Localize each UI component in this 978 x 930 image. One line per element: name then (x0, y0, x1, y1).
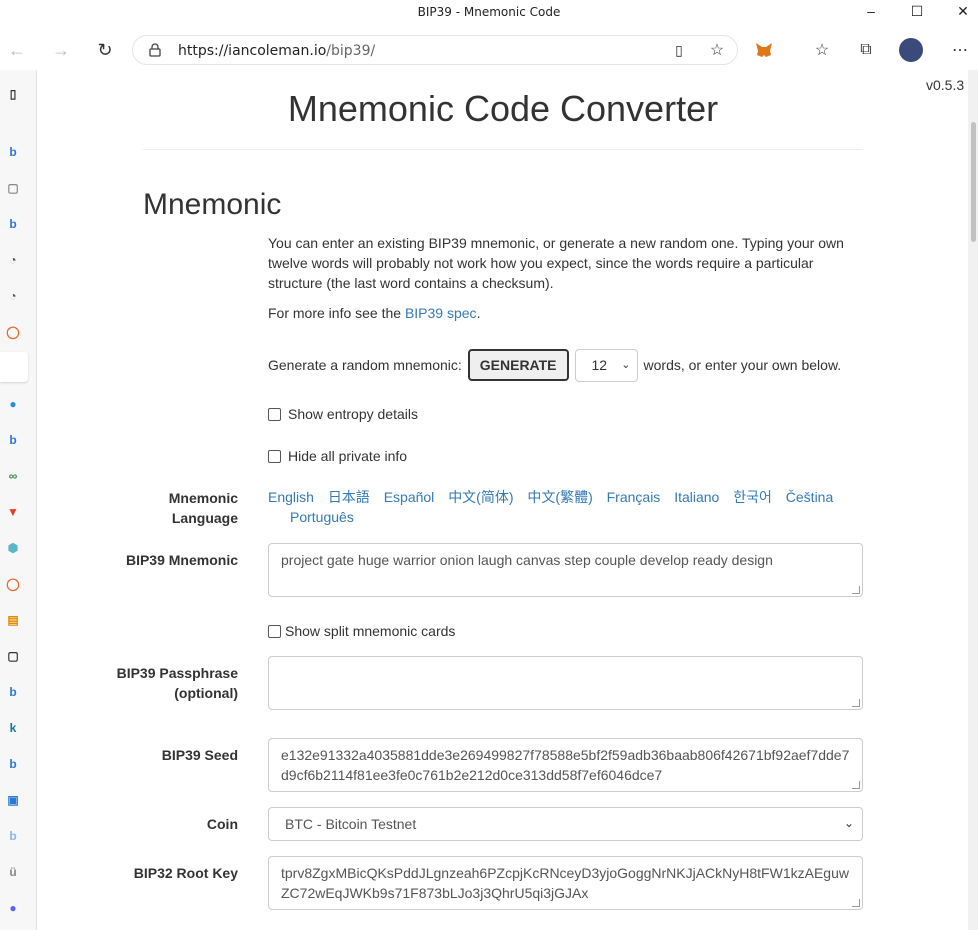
language-japanese[interactable]: 日本語 (328, 489, 370, 505)
window-title: BIP39 - Mnemonic Code (417, 5, 561, 19)
more-info-text: For more info see the BIP39 spec. (268, 305, 481, 321)
sidebar-active-tab[interactable] (0, 352, 28, 382)
ds-icon[interactable]: ▣ (5, 792, 21, 808)
sidebar-toggle-icon[interactable]: ▯ (5, 86, 21, 102)
bing-icon[interactable]: b (5, 684, 21, 700)
intro-text: You can enter an existing BIP39 mnemonic… (268, 235, 844, 291)
generate-prefix: Generate a random mnemonic: (268, 357, 462, 373)
bing-icon[interactable]: b (5, 828, 21, 844)
language-portuguese[interactable]: Português (290, 509, 354, 525)
language-list: English 日本語 Español 中文(简体) 中文(繁體) França… (268, 487, 863, 527)
address-bar[interactable]: https://iancoleman.io/bip39/ ▯ ☆ (132, 35, 738, 65)
bip39-mnemonic-textarea[interactable]: project gate huge warrior onion laugh ca… (268, 543, 863, 597)
version-label: v0.5.3 (926, 77, 965, 93)
u-icon[interactable]: ü (5, 864, 21, 880)
section-heading: Mnemonic (143, 188, 282, 221)
chevron-down-icon: ⌄ (843, 816, 854, 830)
resize-grip-icon[interactable] (852, 899, 860, 907)
divider (143, 149, 863, 150)
generate-button[interactable]: GENERATE (467, 349, 569, 381)
language-english[interactable]: English (268, 489, 314, 505)
word-count-select[interactable]: 12 ⌄ (574, 348, 638, 382)
language-italian[interactable]: Italiano (674, 489, 719, 505)
coin-select[interactable]: BTC - Bitcoin Testnet ⌄ (268, 807, 863, 841)
orange-circle-icon[interactable]: ◯ (5, 324, 21, 340)
collections-icon[interactable]: ⧉ (854, 38, 878, 62)
hide-private-row[interactable]: Hide all private info (268, 448, 407, 464)
document-icon[interactable]: ▢ (5, 648, 21, 664)
favorite-add-icon[interactable]: ☆ (705, 38, 729, 62)
language-spanish[interactable]: Español (384, 489, 435, 505)
lock-icon (149, 43, 161, 57)
passphrase-textarea[interactable] (268, 656, 863, 710)
bing-icon[interactable]: b (5, 756, 21, 772)
chart-icon[interactable]: ◔ (5, 288, 21, 304)
close-window-button[interactable]: ✕ (940, 0, 978, 22)
chart-icon[interactable]: ◔ (5, 252, 21, 268)
browser-sidebar: ▯ b ▢ b ◔ ◔ ◯ ● b ∞ ▼ ⬢ ◯ ▤ ▢ b k b ▣ b … (0, 70, 37, 930)
title-bar: BIP39 - Mnemonic Code – ☐ ✕ (0, 0, 978, 28)
chevron-down-icon: ⌄ (621, 358, 631, 371)
orange-circle-icon[interactable]: ◯ (5, 576, 21, 592)
geeksforgeeks-icon[interactable]: ∞ (5, 468, 21, 484)
passphrase-label: BIP39 Passphrase (optional) (116, 665, 238, 701)
generate-suffix: words, or enter your own below. (643, 357, 842, 373)
minimize-button[interactable]: – (848, 0, 894, 22)
refresh-icon[interactable]: ↻ (92, 37, 118, 63)
language-chinese-simplified[interactable]: 中文(简体) (448, 489, 513, 505)
root-key-textarea[interactable]: tprv8ZgxMBicQKsPddJLgnzeah6PZcpjKcRNceyD… (268, 856, 863, 910)
bing-icon[interactable]: b (5, 216, 21, 232)
resize-grip-icon[interactable] (852, 781, 860, 789)
bing-icon[interactable]: b (5, 432, 21, 448)
telegram-icon[interactable]: ● (5, 396, 21, 412)
resize-grip-icon[interactable] (852, 586, 860, 594)
seed-label: BIP39 Seed (161, 747, 238, 763)
hexagon-icon[interactable]: ⬢ (5, 540, 21, 556)
generate-row: Generate a random mnemonic: GENERATE 12 … (268, 348, 841, 382)
hide-private-checkbox[interactable] (268, 449, 281, 463)
resize-grip-icon[interactable] (852, 699, 860, 707)
seed-textarea[interactable]: e132e91332a4035881dde3e269499827f78588e5… (268, 738, 863, 792)
maximize-button[interactable]: ☐ (894, 0, 940, 22)
language-korean[interactable]: 한국어 (733, 489, 772, 505)
page-scrollbar[interactable] (968, 70, 978, 930)
bing-icon[interactable]: b (5, 144, 21, 160)
bip39-spec-link[interactable]: BIP39 spec (405, 305, 477, 321)
page-title: Mnemonic Code Converter (287, 88, 719, 129)
url-text: https://iancoleman.io/bip39/ (178, 43, 376, 59)
document-icon[interactable]: ▢ (5, 180, 21, 196)
scrollbar-thumb[interactable] (971, 122, 976, 242)
gitlab-icon[interactable]: ▼ (5, 504, 21, 520)
metamask-extension-icon[interactable] (752, 38, 776, 62)
root-key-label: BIP32 Root Key (133, 865, 238, 881)
bip39-mnemonic-label: BIP39 Mnemonic (125, 552, 238, 568)
show-split-row[interactable]: Show split mnemonic cards (268, 623, 455, 639)
book-icon[interactable]: ▤ (5, 612, 21, 628)
discord-icon[interactable]: ● (5, 900, 21, 916)
back-icon[interactable]: ← (4, 37, 30, 63)
language-czech[interactable]: Čeština (786, 489, 833, 505)
language-french[interactable]: Français (607, 489, 661, 505)
forward-icon[interactable]: → (48, 37, 74, 63)
show-split-checkbox[interactable] (268, 624, 281, 638)
language-chinese-traditional[interactable]: 中文(繁體) (527, 489, 592, 505)
reader-view-icon[interactable]: ▯ (667, 38, 691, 62)
coin-label: Coin (206, 816, 238, 832)
mnemonic-language-label: Mnemonic Language (168, 490, 238, 526)
more-options-icon[interactable]: ⋯ (948, 38, 972, 62)
favorites-icon[interactable]: ☆ (810, 38, 834, 62)
show-entropy-checkbox[interactable] (268, 407, 281, 421)
profile-avatar[interactable] (899, 38, 923, 62)
k-icon[interactable]: k (5, 720, 21, 736)
show-entropy-row[interactable]: Show entropy details (268, 406, 418, 422)
